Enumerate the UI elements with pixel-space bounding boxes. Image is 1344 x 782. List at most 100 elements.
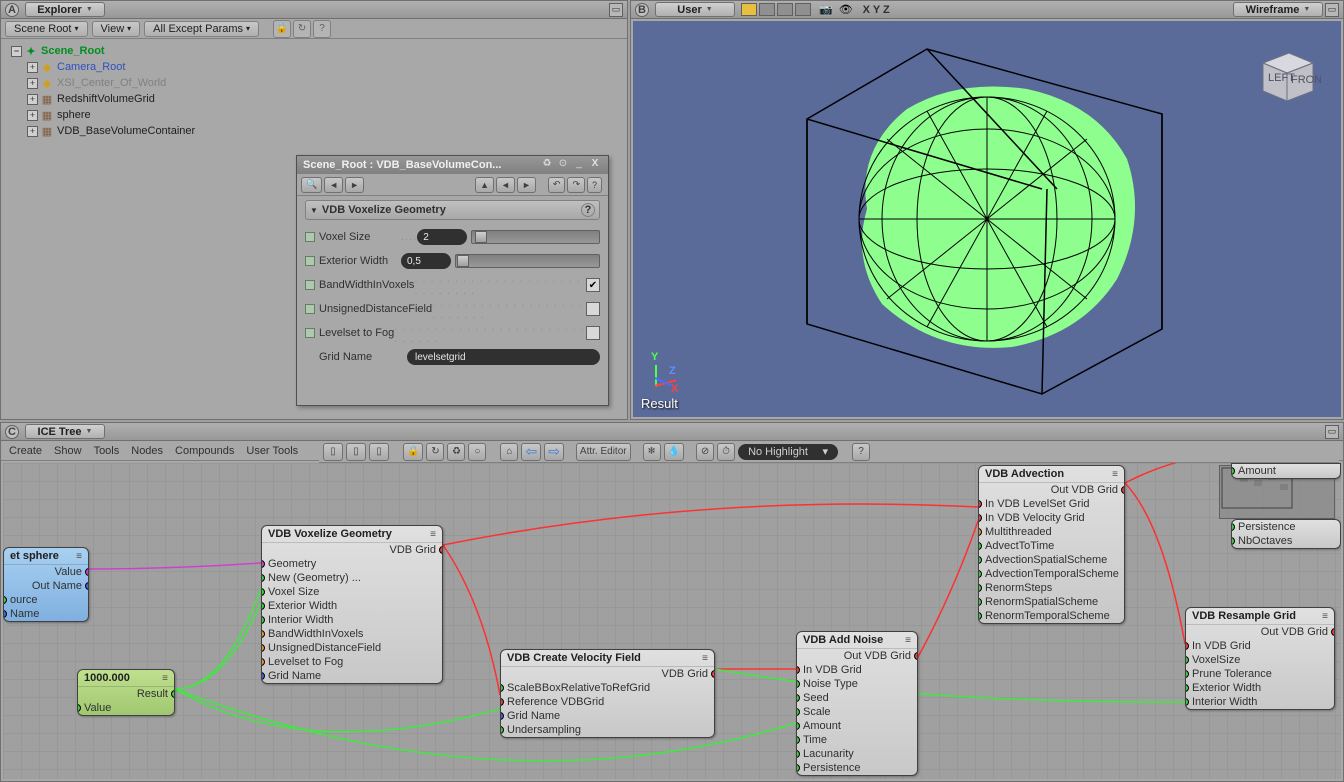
in-port[interactable]	[500, 726, 504, 734]
out-port[interactable]	[439, 546, 443, 554]
out-port[interactable]	[85, 582, 89, 590]
node-partial[interactable]: Amount	[1231, 463, 1341, 479]
in-port[interactable]	[978, 514, 982, 522]
expand-icon[interactable]: +	[27, 62, 38, 73]
refresh-icon[interactable]: ↻	[426, 443, 444, 461]
voxel-size-slider[interactable]	[471, 230, 600, 244]
node-vdb-velocity-field[interactable]: VDB Create Velocity Field≡ VDB Grid Scal…	[500, 649, 715, 738]
recycle-icon[interactable]: ♻	[447, 443, 465, 461]
out-port[interactable]	[1121, 486, 1125, 494]
search-icon[interactable]: 🔍	[301, 177, 322, 193]
node-menu-icon[interactable]: ≡	[430, 529, 436, 540]
node-menu-icon[interactable]: ≡	[905, 635, 911, 646]
node-vdb-add-noise[interactable]: VDB Add Noise≡ Out VDB Grid In VDB Grid …	[796, 631, 918, 776]
tree-item-scene-root[interactable]: Scene_Root	[41, 45, 105, 57]
filter-dropdown[interactable]: All Except Params	[144, 21, 259, 37]
layout-icon[interactable]: ▯	[323, 443, 343, 461]
prev-icon[interactable]: ◄	[324, 177, 343, 193]
recycle-icon[interactable]: ♻	[540, 158, 554, 172]
in-port[interactable]	[1185, 642, 1189, 650]
mem-cam-c-icon[interactable]	[777, 3, 793, 16]
eye-icon[interactable]: 👁	[839, 3, 853, 16]
in-port[interactable]	[500, 698, 504, 706]
property-page[interactable]: Scene_Root : VDB_BaseVolumeCon... ♻ ⊙ _ …	[296, 155, 609, 406]
ice-graph[interactable]: et sphere≡ Value Out Name ource Name 100…	[3, 463, 1341, 779]
node-vdb-advection[interactable]: VDB Advection≡ Out VDB Grid In VDB Level…	[978, 465, 1125, 624]
exterior-width-slider[interactable]	[455, 254, 600, 268]
home-icon[interactable]: ⌂	[500, 443, 518, 461]
in-port[interactable]	[261, 630, 265, 638]
camera-dropdown[interactable]: User	[655, 2, 735, 17]
help-icon[interactable]: ?	[852, 443, 870, 461]
mem-cam-b-icon[interactable]	[759, 3, 775, 16]
in-port[interactable]	[796, 680, 800, 688]
tree-item-vdbcontainer[interactable]: VDB_BaseVolumeContainer	[57, 125, 195, 137]
in-port[interactable]	[1185, 684, 1189, 692]
menu-tools[interactable]: Tools	[94, 445, 120, 457]
undo-icon[interactable]: ↶	[548, 177, 566, 193]
in-port[interactable]	[3, 596, 7, 604]
in-port[interactable]	[796, 722, 800, 730]
anim-divot[interactable]	[305, 232, 315, 242]
camera-icon[interactable]: 📷	[819, 3, 833, 16]
voxel-size-input[interactable]: 2	[417, 229, 467, 245]
expand-icon[interactable]: +	[27, 110, 38, 121]
panel-c-maximize-icon[interactable]: ▭	[1325, 425, 1339, 439]
in-port[interactable]	[978, 584, 982, 592]
anim-divot[interactable]	[305, 256, 315, 266]
in-port[interactable]	[500, 712, 504, 720]
in-port[interactable]	[261, 574, 265, 582]
in-port[interactable]	[978, 542, 982, 550]
panel-a-maximize-icon[interactable]: ▭	[609, 3, 623, 17]
anim-divot[interactable]	[305, 304, 315, 314]
node-menu-icon[interactable]: ≡	[1112, 469, 1118, 480]
scope-dropdown[interactable]: Scene Root	[5, 21, 88, 37]
layout-icon[interactable]: ▯	[346, 443, 366, 461]
in-port[interactable]	[77, 704, 81, 712]
in-port[interactable]	[1231, 523, 1235, 531]
freeze-icon[interactable]: ❄	[643, 443, 661, 461]
section-header[interactable]: VDB Voxelize Geometry?	[305, 200, 600, 220]
in-port[interactable]	[796, 736, 800, 744]
levelset-fog-checkbox[interactable]	[586, 326, 600, 340]
in-port[interactable]	[1185, 670, 1189, 678]
expand-icon[interactable]: +	[27, 78, 38, 89]
mem-cam-d-icon[interactable]	[795, 3, 811, 16]
up-icon[interactable]: ▲	[475, 177, 494, 193]
in-port[interactable]	[1185, 656, 1189, 664]
close-icon[interactable]: X	[588, 158, 602, 172]
in-port[interactable]	[261, 616, 265, 624]
in-port[interactable]	[3, 610, 7, 618]
in-port[interactable]	[1185, 698, 1189, 706]
tree-item-center[interactable]: XSI_Center_Of_World	[57, 77, 166, 89]
in-port[interactable]	[261, 672, 265, 680]
out-port[interactable]	[1331, 628, 1335, 636]
tree-item-camera[interactable]: Camera_Root	[57, 61, 125, 73]
in-port[interactable]	[796, 708, 800, 716]
next-icon[interactable]: ►	[345, 177, 364, 193]
viewport[interactable]: Y X Z Result LEFT FRONT	[633, 21, 1341, 417]
in-port[interactable]	[978, 556, 982, 564]
node-vdb-resample[interactable]: VDB Resample Grid≡ Out VDB Grid In VDB G…	[1185, 607, 1335, 710]
unsigned-distance-checkbox[interactable]	[586, 302, 600, 316]
mem-cam-a-icon[interactable]	[741, 3, 757, 16]
xyz-label[interactable]: X Y Z	[863, 4, 890, 16]
node-menu-icon[interactable]: ≡	[76, 551, 82, 562]
in-port[interactable]	[978, 598, 982, 606]
in-port[interactable]	[978, 570, 982, 578]
nav-fwd-icon[interactable]: ⇨	[544, 443, 564, 461]
out-port[interactable]	[85, 568, 89, 576]
pin-icon[interactable]: ⊙	[556, 158, 570, 172]
in-port[interactable]	[261, 644, 265, 652]
node-partial[interactable]: Persistence NbOctaves	[1231, 519, 1341, 549]
node-menu-icon[interactable]: ≡	[1322, 611, 1328, 622]
nav-back-icon[interactable]: ⇦	[521, 443, 541, 461]
menu-show[interactable]: Show	[54, 445, 82, 457]
node-menu-icon[interactable]: ≡	[702, 653, 708, 664]
drop-icon[interactable]: 💧	[664, 443, 684, 461]
menu-create[interactable]: Create	[9, 445, 42, 457]
in-port[interactable]	[261, 602, 265, 610]
exterior-width-input[interactable]: 0,5	[401, 253, 451, 269]
tree-item-rsvg[interactable]: RedshiftVolumeGrid	[57, 93, 155, 105]
out-port[interactable]	[171, 690, 175, 698]
